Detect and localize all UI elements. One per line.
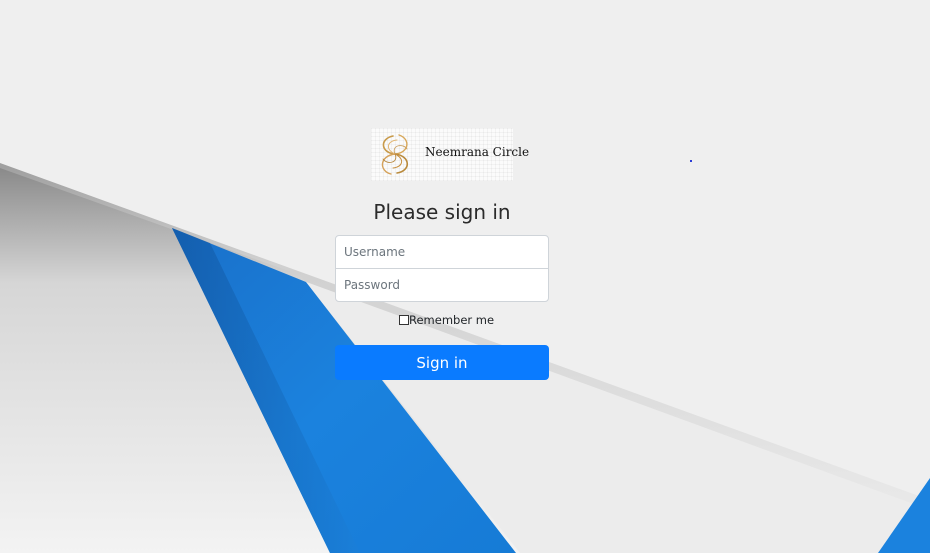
stray-dot — [690, 160, 692, 162]
password-input[interactable] — [335, 268, 549, 302]
remember-checkbox[interactable] — [399, 315, 409, 325]
remember-label: Remember me — [409, 313, 495, 327]
swirl-logo-icon — [381, 134, 409, 175]
page-title: Please sign in — [373, 200, 511, 224]
sign-in-button[interactable]: Sign in — [335, 345, 549, 380]
logo-text: Neemrana Circle — [425, 145, 530, 159]
logo: Neemrana Circle — [371, 128, 529, 181]
remember-me[interactable]: Remember me — [399, 313, 494, 327]
username-input[interactable] — [335, 235, 549, 269]
